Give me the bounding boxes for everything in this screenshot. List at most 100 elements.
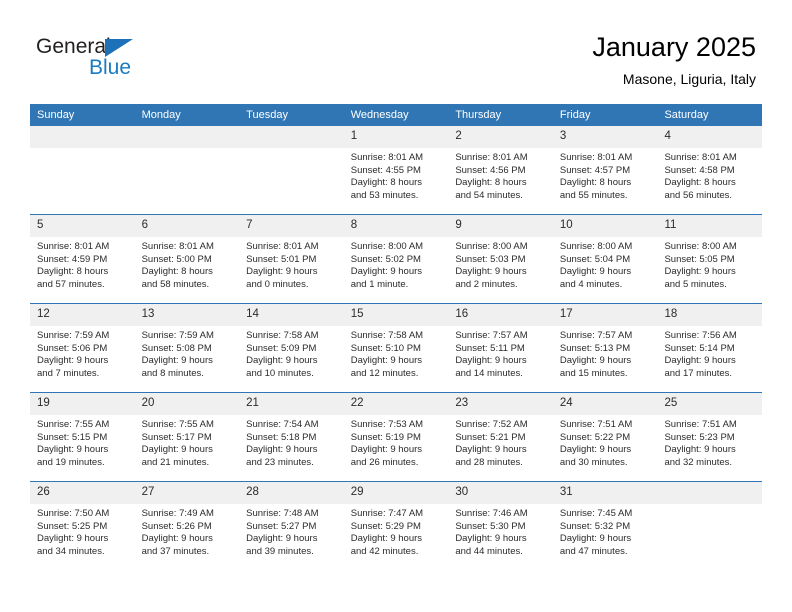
calendar-day-cell[interactable]: 19 Sunrise: 7:55 AM Sunset: 5:15 PM Dayligh… bbox=[30, 393, 135, 481]
calendar-day-cell[interactable]: 9 Sunrise: 8:00 AM Sunset: 5:03 PM Daylight… bbox=[448, 215, 553, 303]
calendar-day-cell[interactable]: 3 Sunrise: 8:01 AM Sunset: 4:57 PM Daylight… bbox=[552, 126, 658, 214]
calendar-day-cell[interactable]: 27 Sunrise: 7:49 AM Sunset: 5:26 PM Dayligh… bbox=[134, 482, 240, 570]
sunrise-text: Sunrise: 8:01 AM bbox=[455, 152, 528, 163]
day-number: 19 bbox=[30, 393, 135, 415]
sunset-text: Sunset: 5:23 PM bbox=[664, 431, 735, 443]
sunset-text: Sunset: 5:01 PM bbox=[246, 253, 317, 265]
calendar-day-cell[interactable]: 10 Sunrise: 8:00 AM Sunset: 5:04 PM Dayligh… bbox=[552, 215, 658, 303]
day-number: 29 bbox=[343, 482, 449, 504]
title-block: January 2025 Masone, Liguria, Italy bbox=[592, 30, 756, 89]
daylight-line1-text: Daylight: 9 hours bbox=[141, 444, 213, 456]
daylight-line1-text: Daylight: 9 hours bbox=[664, 266, 736, 278]
sunrise-text: Sunrise: 7:53 AM bbox=[350, 419, 424, 430]
weekday-header-friday: Friday bbox=[552, 104, 658, 126]
sunset-text: Sunset: 4:56 PM bbox=[455, 164, 526, 176]
day-number: 20 bbox=[134, 393, 240, 415]
calendar-day-cell[interactable]: 5 Sunrise: 8:01 AM Sunset: 4:59 PM Daylight… bbox=[30, 215, 135, 303]
calendar-day-cell[interactable]: 23 Sunrise: 7:52 AM Sunset: 5:21 PM Dayligh… bbox=[448, 393, 553, 481]
sunset-text: Sunset: 5:06 PM bbox=[37, 342, 108, 354]
calendar-day-cell[interactable]: 20 Sunrise: 7:55 AM Sunset: 5:17 PM Dayligh… bbox=[134, 393, 240, 481]
daylight-line2-text: and 8 minutes. bbox=[141, 367, 204, 379]
calendar-day-cell[interactable]: 21 Sunrise: 7:54 AM Sunset: 5:18 PM Dayligh… bbox=[239, 393, 344, 481]
general-blue-logo: General Blue bbox=[36, 36, 196, 88]
calendar-day-cell[interactable]: 28 Sunrise: 7:48 AM Sunset: 5:27 PM Dayligh… bbox=[239, 482, 344, 570]
sunset-text: Sunset: 4:58 PM bbox=[664, 164, 735, 176]
day-details: Sunrise: 7:45 AM Sunset: 5:32 PM Daylight:… bbox=[553, 504, 658, 558]
calendar-day-cell[interactable]: 4 Sunrise: 8:01 AM Sunset: 4:58 PM Daylight… bbox=[657, 126, 763, 214]
sunrise-text: Sunrise: 7:52 AM bbox=[455, 419, 528, 430]
calendar-day-cell[interactable]: 1 Sunrise: 8:01 AM Sunset: 4:55 PM Daylight… bbox=[343, 126, 449, 214]
daylight-line1-text: Daylight: 9 hours bbox=[350, 444, 423, 456]
daylight-line1-text: Daylight: 9 hours bbox=[455, 266, 527, 278]
day-number bbox=[134, 126, 240, 148]
day-number: 2 bbox=[448, 126, 553, 148]
daylight-line1-text: Daylight: 8 hours bbox=[37, 266, 109, 278]
sunset-text: Sunset: 5:10 PM bbox=[350, 342, 421, 354]
daylight-line1-text: Daylight: 8 hours bbox=[559, 177, 632, 189]
calendar-day-cell[interactable]: 22 Sunrise: 7:53 AM Sunset: 5:19 PM Dayligh… bbox=[343, 393, 449, 481]
calendar-day-cell[interactable]: 24 Sunrise: 7:51 AM Sunset: 5:22 PM Dayligh… bbox=[552, 393, 658, 481]
day-number: 14 bbox=[239, 304, 344, 326]
sunset-text: Sunset: 5:00 PM bbox=[141, 253, 212, 265]
sunrise-text: Sunrise: 8:01 AM bbox=[141, 241, 214, 252]
calendar-day-cell[interactable]: 26 Sunrise: 7:50 AM Sunset: 5:25 PM Dayligh… bbox=[30, 482, 135, 570]
page-title: January 2025 bbox=[592, 32, 756, 62]
day-number bbox=[30, 126, 135, 148]
sunset-text: Sunset: 5:29 PM bbox=[350, 520, 421, 532]
sunrise-text: Sunrise: 7:58 AM bbox=[350, 330, 424, 341]
calendar-day-cell[interactable]: 25 Sunrise: 7:51 AM Sunset: 5:23 PM Dayligh… bbox=[657, 393, 763, 481]
sunrise-text: Sunrise: 7:58 AM bbox=[246, 330, 319, 341]
calendar-day-cell[interactable]: 31 Sunrise: 7:45 AM Sunset: 5:32 PM Dayligh… bbox=[552, 482, 658, 570]
day-details: Sunrise: 8:00 AM Sunset: 5:04 PM Daylight:… bbox=[553, 237, 658, 291]
day-number: 26 bbox=[30, 482, 135, 504]
day-number: 21 bbox=[239, 393, 344, 415]
calendar-day-cell[interactable]: 8 Sunrise: 8:00 AM Sunset: 5:02 PM Daylight… bbox=[343, 215, 449, 303]
calendar-day-cell[interactable]: 30 Sunrise: 7:46 AM Sunset: 5:30 PM Dayligh… bbox=[448, 482, 553, 570]
weekday-header-saturday: Saturday bbox=[657, 104, 763, 126]
page-subtitle: Masone, Liguria, Italy bbox=[622, 71, 756, 87]
day-number: 8 bbox=[343, 215, 449, 237]
day-number: 22 bbox=[343, 393, 449, 415]
calendar-day-cell[interactable]: 13 Sunrise: 7:59 AM Sunset: 5:08 PM Dayligh… bbox=[134, 304, 240, 392]
day-number: 3 bbox=[552, 126, 658, 148]
sunrise-text: Sunrise: 8:01 AM bbox=[559, 152, 633, 163]
day-details: Sunrise: 7:58 AM Sunset: 5:09 PM Daylight:… bbox=[239, 326, 344, 380]
calendar-day-cell[interactable]: 29 Sunrise: 7:47 AM Sunset: 5:29 PM Dayligh… bbox=[343, 482, 449, 570]
calendar-day-cell[interactable]: 15 Sunrise: 7:58 AM Sunset: 5:10 PM Dayligh… bbox=[343, 304, 449, 392]
day-number bbox=[657, 482, 763, 504]
sunset-text: Sunset: 5:22 PM bbox=[559, 431, 631, 443]
day-details: Sunrise: 8:00 AM Sunset: 5:02 PM Daylight:… bbox=[344, 237, 449, 291]
daylight-line2-text: and 47 minutes. bbox=[559, 545, 628, 557]
calendar-day-cell[interactable]: 17 Sunrise: 7:57 AM Sunset: 5:13 PM Dayligh… bbox=[552, 304, 658, 392]
calendar-day-cell[interactable]: 18 Sunrise: 7:56 AM Sunset: 5:14 PM Dayligh… bbox=[657, 304, 763, 392]
calendar-day-cell[interactable]: 6 Sunrise: 8:01 AM Sunset: 5:00 PM Daylight… bbox=[134, 215, 240, 303]
day-number: 27 bbox=[134, 482, 240, 504]
logo-text-blue: Blue bbox=[89, 56, 132, 79]
calendar-day-cell[interactable]: 12 Sunrise: 7:59 AM Sunset: 5:06 PM Dayligh… bbox=[30, 304, 135, 392]
daylight-line1-text: Daylight: 8 hours bbox=[664, 177, 736, 189]
daylight-line2-text: and 42 minutes. bbox=[350, 545, 419, 557]
daylight-line2-text: and 14 minutes. bbox=[455, 367, 523, 379]
calendar-day-cell[interactable]: 7 Sunrise: 8:01 AM Sunset: 5:01 PM Daylight… bbox=[239, 215, 344, 303]
calendar-day-cell[interactable]: 16 Sunrise: 7:57 AM Sunset: 5:11 PM Dayligh… bbox=[448, 304, 553, 392]
daylight-line1-text: Daylight: 9 hours bbox=[455, 355, 527, 367]
calendar-day-cell[interactable]: 14 Sunrise: 7:58 AM Sunset: 5:09 PM Dayligh… bbox=[239, 304, 344, 392]
calendar-day-cell[interactable]: 11 Sunrise: 8:00 AM Sunset: 5:05 PM Dayligh… bbox=[657, 215, 763, 303]
daylight-line2-text: and 19 minutes. bbox=[37, 456, 105, 468]
day-number: 15 bbox=[343, 304, 449, 326]
day-details: Sunrise: 7:57 AM Sunset: 5:11 PM Daylight:… bbox=[448, 326, 553, 380]
daylight-line2-text: and 54 minutes. bbox=[455, 189, 523, 201]
daylight-line2-text: and 30 minutes. bbox=[559, 456, 628, 468]
calendar-day-cell[interactable]: 2 Sunrise: 8:01 AM Sunset: 4:56 PM Daylight… bbox=[448, 126, 553, 214]
daylight-line1-text: Daylight: 9 hours bbox=[246, 444, 318, 456]
day-number: 24 bbox=[552, 393, 658, 415]
daylight-line1-text: Daylight: 9 hours bbox=[455, 444, 527, 456]
day-number: 5 bbox=[30, 215, 135, 237]
day-details: Sunrise: 7:48 AM Sunset: 5:27 PM Daylight:… bbox=[239, 504, 344, 558]
day-number: 25 bbox=[657, 393, 763, 415]
sunrise-text: Sunrise: 7:55 AM bbox=[37, 419, 110, 430]
day-number: 9 bbox=[448, 215, 553, 237]
day-details: Sunrise: 7:55 AM Sunset: 5:17 PM Daylight:… bbox=[135, 415, 240, 469]
sunrise-text: Sunrise: 7:55 AM bbox=[141, 419, 214, 430]
calendar-cell-empty bbox=[134, 126, 240, 214]
